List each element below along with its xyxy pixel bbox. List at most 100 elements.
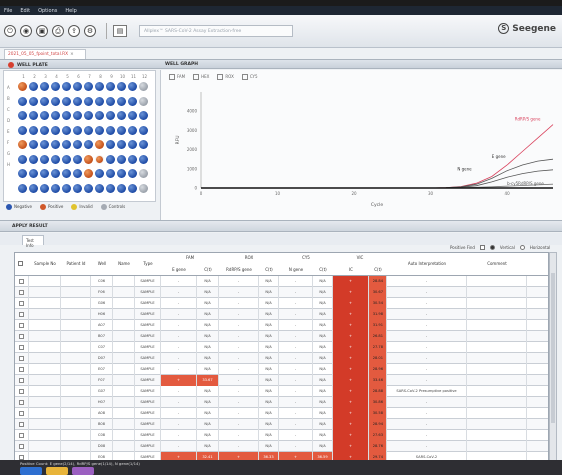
well-C10[interactable] [117, 111, 126, 120]
well-F2[interactable] [29, 154, 38, 164]
well-E7[interactable] [84, 140, 93, 149]
well-D1[interactable] [18, 125, 27, 135]
well-F11[interactable] [128, 154, 137, 164]
well-H3[interactable] [40, 183, 49, 193]
table-row[interactable]: A07 SAMPLE - N/A - N/A - N/A +31.91- [15, 320, 548, 331]
check-rox[interactable]: ROX [217, 74, 233, 80]
well-G3[interactable] [40, 169, 49, 178]
taskbar-folder-icon[interactable] [46, 467, 68, 475]
assay-selector[interactable]: Allplex™ SARS-CoV-2 Assay Extraction-fre… [139, 25, 293, 37]
well-D9[interactable] [106, 125, 115, 135]
well-G2[interactable] [29, 169, 38, 178]
well-E2[interactable] [29, 140, 38, 149]
document-tab[interactable]: 2021_05_05_fpoint_total.RX × [4, 49, 86, 59]
well-D5[interactable] [62, 125, 71, 135]
well-E4[interactable] [51, 140, 60, 149]
check-cy5[interactable]: CY5 [242, 74, 258, 80]
row-checkbox[interactable] [19, 312, 24, 317]
menu-edit[interactable]: Edit [20, 8, 30, 14]
table-row[interactable]: G07 SAMPLE - N/A - N/A - N/A +28.88 SARS-CoV-2 Pr… [15, 386, 548, 397]
save-icon[interactable]: ▣ [36, 25, 48, 37]
select-all-checkbox[interactable] [18, 261, 23, 266]
well-B7[interactable] [84, 96, 93, 106]
layout-icon[interactable]: ▤ [113, 25, 127, 37]
well-C9[interactable] [106, 111, 115, 120]
well-H11[interactable] [128, 183, 137, 193]
taskbar-app2-icon[interactable] [72, 467, 94, 475]
well-G7[interactable] [84, 169, 93, 178]
well-A12[interactable] [139, 82, 148, 91]
well-G8[interactable] [95, 169, 104, 178]
table-row[interactable]: B07 SAMPLE - N/A - N/A - N/A +26.81- [15, 331, 548, 342]
well-E9[interactable] [106, 140, 115, 149]
well-H7[interactable] [84, 183, 93, 193]
row-checkbox[interactable] [19, 345, 24, 350]
row-checkbox[interactable] [19, 301, 24, 306]
well-C8[interactable] [95, 111, 104, 120]
well-G12[interactable] [139, 169, 148, 178]
table-row[interactable]: F06 SAMPLE - N/A - N/A - N/A +30.67- [15, 287, 548, 298]
horizontal-radio[interactable] [519, 245, 525, 250]
well-C4[interactable] [51, 111, 60, 120]
well-E12[interactable] [139, 140, 148, 149]
well-H12[interactable] [139, 183, 148, 193]
well-E6[interactable] [73, 140, 82, 149]
print-icon[interactable]: ⎙ [52, 25, 64, 37]
row-checkbox[interactable] [19, 290, 24, 295]
well-E10[interactable] [117, 140, 126, 149]
menu-help[interactable]: Help [65, 8, 76, 14]
well-C1[interactable] [18, 111, 27, 120]
table-row[interactable]: C07 SAMPLE - N/A - N/A - N/A +27.78- [15, 342, 548, 353]
well-C5[interactable] [62, 111, 71, 120]
well-B10[interactable] [117, 96, 126, 106]
well-A4[interactable] [51, 82, 60, 91]
well-A1[interactable] [18, 82, 27, 91]
well-D7[interactable] [84, 125, 93, 135]
close-tab-icon[interactable]: × [70, 52, 74, 57]
well-F7[interactable] [84, 154, 93, 164]
well-E8[interactable] [95, 140, 104, 149]
well-A3[interactable] [40, 82, 49, 91]
well-G9[interactable] [106, 169, 115, 178]
well-G11[interactable] [128, 169, 137, 178]
row-checkbox[interactable] [19, 378, 24, 383]
table-row[interactable]: G06 SAMPLE - N/A - N/A - N/A +30.54- [15, 298, 548, 309]
well-F9[interactable] [106, 154, 115, 164]
well-H4[interactable] [51, 183, 60, 193]
well-B8[interactable] [95, 96, 104, 106]
table-row[interactable]: C06 SAMPLE - N/A - N/A - N/A +28.84- [15, 276, 548, 287]
table-row[interactable]: H07 SAMPLE - N/A - N/A - N/A +30.86- [15, 397, 548, 408]
well-D8[interactable] [95, 125, 104, 135]
well-E1[interactable] [18, 140, 27, 149]
well-G10[interactable] [117, 169, 126, 178]
settings-icon[interactable]: ⚙ [84, 25, 96, 37]
well-H1[interactable] [18, 183, 27, 193]
row-checkbox[interactable] [19, 323, 24, 328]
well-A7[interactable] [84, 82, 93, 91]
well-D4[interactable] [51, 125, 60, 135]
well-A9[interactable] [106, 82, 115, 91]
well-F5[interactable] [62, 154, 71, 164]
well-H5[interactable] [62, 183, 71, 193]
well-C12[interactable] [139, 111, 148, 120]
well-H9[interactable] [106, 183, 115, 193]
well-B4[interactable] [51, 96, 60, 106]
well-C2[interactable] [29, 111, 38, 120]
well-B1[interactable] [18, 96, 27, 106]
scrollbar-thumb[interactable] [551, 273, 555, 423]
well-A5[interactable] [62, 82, 71, 91]
power-icon[interactable]: ⏻ [4, 25, 16, 37]
menu-file[interactable]: File [4, 8, 12, 14]
row-checkbox[interactable] [19, 433, 24, 438]
well-D6[interactable] [73, 125, 82, 135]
well-E3[interactable] [40, 140, 49, 149]
well-B6[interactable] [73, 96, 82, 106]
well-F6[interactable] [73, 154, 82, 164]
well-D2[interactable] [29, 125, 38, 135]
well-D3[interactable] [40, 125, 49, 135]
well-G4[interactable] [51, 169, 60, 178]
well-B9[interactable] [106, 96, 115, 106]
taskbar-app-icon[interactable] [20, 467, 42, 475]
well-A2[interactable] [29, 82, 38, 91]
row-checkbox[interactable] [19, 444, 24, 449]
